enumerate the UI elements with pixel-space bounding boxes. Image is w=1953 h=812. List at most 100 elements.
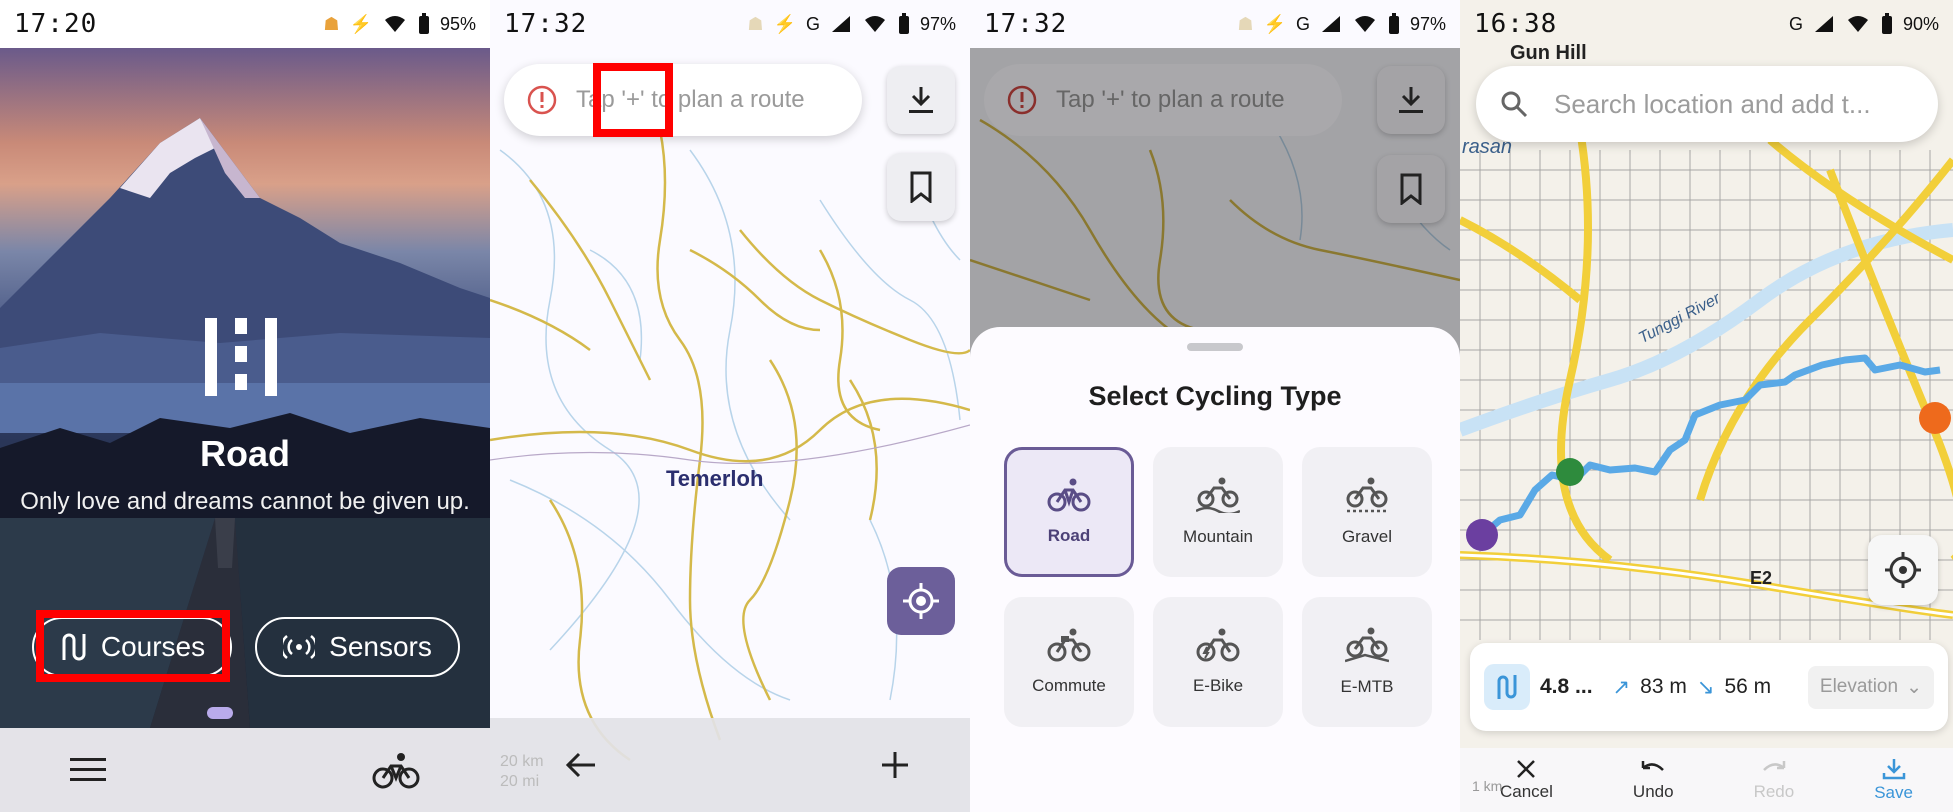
map-scale: 20 km 20 mi (500, 752, 544, 792)
save-label: Save (1874, 783, 1913, 802)
back-arrow-icon[interactable] (565, 751, 597, 779)
status-time: 17:32 (984, 9, 1068, 39)
route-descent: 56 m (1724, 675, 1772, 698)
courses-button[interactable]: Courses (32, 617, 232, 677)
commute-bike-icon (1047, 628, 1091, 662)
battery-icon (898, 13, 909, 34)
bottom-action-bar: Cancel Undo Redo Save (1460, 748, 1953, 812)
cancel-button[interactable]: Cancel (1500, 758, 1553, 802)
type-road[interactable]: Road (1004, 447, 1134, 577)
home-screen: Road Only love and dreams cannot be give… (0, 0, 490, 812)
mountain-bike-icon (1196, 477, 1240, 513)
status-time: 17:20 (14, 9, 98, 39)
tagline: Only love and dreams cannot be given up. (20, 488, 470, 515)
close-icon (1517, 760, 1536, 778)
route-planning-screen: 16:38 G 90% Gun Hill rasan Tunggi River … (1460, 0, 1953, 812)
status-time: 17:32 (504, 9, 588, 39)
status-bar: 16:38 G 90% (1460, 0, 1953, 48)
status-bar: 17:32 ☗ ⚡ G 97% (970, 0, 1460, 48)
undo-icon (1641, 761, 1665, 771)
app-logo (205, 318, 277, 396)
route-stats-card: 4.8 ... ↗ 83 m ↘ 56 m Elevation ⌄ (1470, 643, 1948, 731)
type-gravel[interactable]: Gravel (1302, 447, 1432, 577)
undo-label: Undo (1632, 782, 1674, 801)
redo-icon (1762, 761, 1786, 771)
cycling-type-sheet: Select Cycling Type Road Mountain Gravel… (970, 327, 1460, 812)
wifi-icon (1847, 16, 1868, 32)
location-search-input[interactable]: Search location and add t... (1476, 66, 1938, 142)
route-icon (1484, 664, 1530, 710)
charging-icon: ⚡ (773, 13, 796, 34)
route-hint-text: Tap '+' to plan a route (1056, 86, 1285, 113)
network-type: G (1295, 13, 1310, 34)
type-emtb[interactable]: E-MTB (1302, 597, 1432, 727)
cycling-type-title: Road (200, 433, 290, 474)
bottom-bar (490, 718, 970, 812)
type-label: Commute (1032, 676, 1106, 695)
redo-label: Redo (1753, 782, 1795, 801)
status-time: 16:38 (1474, 9, 1558, 39)
network-type: G (805, 13, 820, 34)
charging-icon: ⚡ (1263, 13, 1286, 34)
locate-icon (903, 583, 939, 619)
sensor-icon (283, 635, 316, 659)
sensors-button[interactable]: Sensors (255, 617, 460, 677)
search-placeholder: Search location and add t... (1554, 88, 1871, 119)
download-icon (909, 87, 933, 113)
charging-icon: ⚡ (349, 13, 372, 34)
download-button (1377, 66, 1445, 134)
battery-icon (1388, 13, 1399, 34)
locate-icon (1885, 552, 1921, 588)
type-ebike[interactable]: E-Bike (1153, 597, 1283, 727)
notification-icon: ☗ (323, 13, 340, 34)
courses-label: Courses (100, 631, 206, 662)
chevron-down-icon: ⌄ (1906, 676, 1922, 698)
redo-button[interactable]: Redo (1753, 758, 1795, 802)
city-label: Temerloh (666, 466, 764, 491)
info-icon (527, 85, 557, 115)
ebike-icon (1196, 628, 1240, 662)
elevation-dropdown[interactable]: Elevation ⌄ (1807, 665, 1934, 709)
type-label: Road (1047, 526, 1091, 545)
network-type: G (1788, 13, 1803, 34)
cycling-type-screen: 17:32 ☗ ⚡ G 97% Tap '+' to plan a route … (970, 0, 1460, 812)
battery-percent: 97% (1409, 13, 1446, 34)
route-hint-bar: Tap '+' to plan a route (984, 64, 1342, 136)
save-button[interactable]: Save (1874, 757, 1913, 803)
locate-button[interactable] (1868, 535, 1938, 605)
descent-icon: ↘ (1696, 675, 1715, 699)
emtb-icon (1345, 627, 1389, 663)
signal-icon (831, 16, 850, 32)
bookmark-icon (910, 171, 932, 203)
route-icon (62, 633, 86, 661)
locate-button[interactable] (887, 567, 955, 635)
battery-percent: 97% (919, 13, 956, 34)
info-icon (1007, 85, 1037, 115)
notification-icon: ☗ (1237, 13, 1254, 34)
menu-icon[interactable] (70, 757, 106, 783)
type-mountain[interactable]: Mountain (1153, 447, 1283, 577)
signal-icon (1814, 16, 1833, 32)
route-hint-text: Tap '+' to plan a route (576, 86, 805, 113)
search-icon (1501, 91, 1528, 118)
route-ascent: 83 m (1640, 675, 1687, 698)
undo-button[interactable]: Undo (1633, 758, 1674, 802)
bookmark-icon (1400, 173, 1422, 205)
type-commute[interactable]: Commute (1004, 597, 1134, 727)
route-hint-bar[interactable]: Tap '+' to plan a route (504, 64, 862, 136)
wifi-icon (384, 16, 405, 32)
status-bar: 17:32 ☗ ⚡ G 97% (490, 0, 970, 48)
download-button[interactable] (887, 66, 955, 134)
battery-percent: 90% (1902, 13, 1939, 34)
type-label: E-MTB (1340, 677, 1394, 696)
bike-icon[interactable] (372, 750, 420, 790)
gravel-bike-icon (1346, 477, 1388, 513)
bookmark-button[interactable] (887, 153, 955, 221)
ascent-icon: ↗ (1612, 675, 1631, 699)
map-scale: 1 km (1472, 778, 1503, 794)
drag-handle[interactable] (1187, 343, 1243, 351)
road-label: E2 (1750, 568, 1773, 588)
plus-icon[interactable] (880, 750, 910, 780)
elevation-label: Elevation (1819, 676, 1899, 697)
scale-km: 20 km (500, 753, 544, 770)
